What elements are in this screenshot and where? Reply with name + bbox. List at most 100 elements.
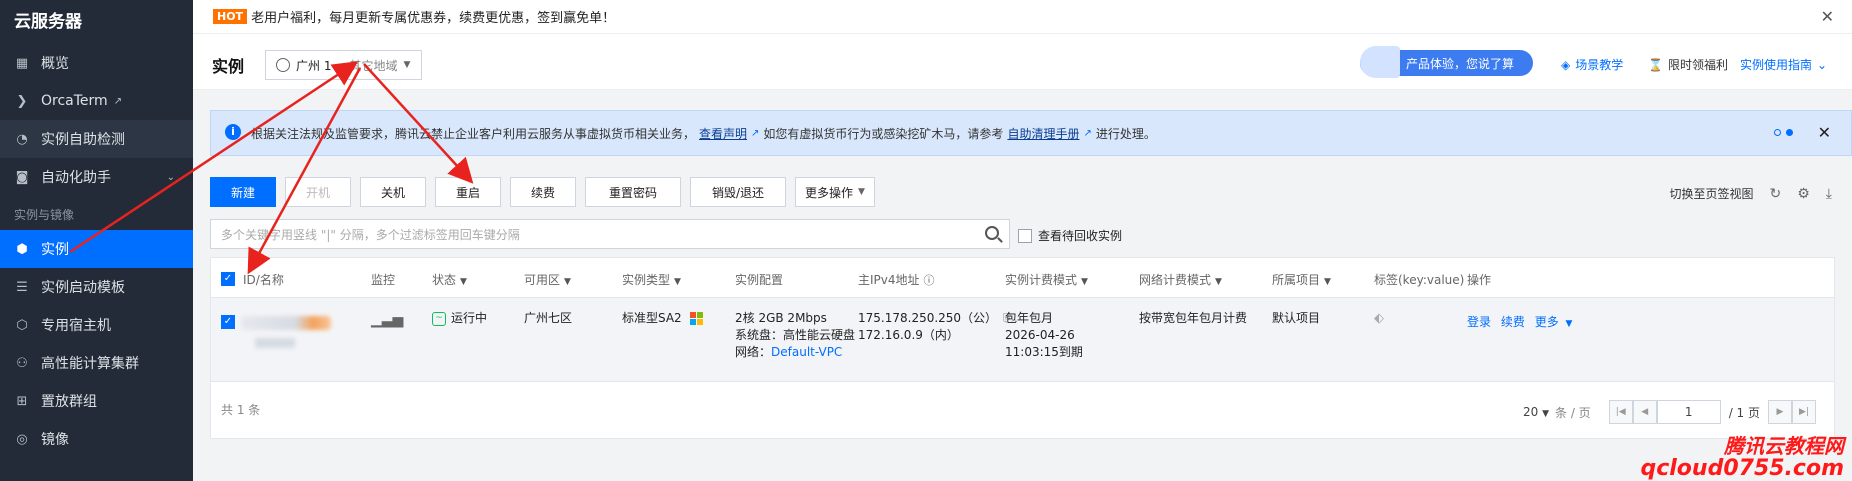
terminal-icon: ❯	[16, 93, 28, 109]
sidebar-item-hpc-cluster[interactable]: ⚇ 高性能计算集群	[0, 344, 193, 382]
monitor-chart-icon[interactable]: ▁▃▅	[371, 312, 403, 329]
col-tags: 标签(key:value)	[1374, 273, 1465, 287]
sidebar-item-label: 镜像	[41, 432, 69, 448]
hot-badge: HOT	[213, 9, 248, 24]
link-label: 实例使用指南	[1740, 58, 1813, 72]
globe-icon	[276, 58, 290, 72]
col-label: 实例计费模式	[1005, 273, 1078, 287]
start-button[interactable]: 开机	[285, 177, 351, 207]
net-billing-cell: 按带宽包年包月计费	[1139, 311, 1248, 325]
timer-icon: ⌛	[1648, 57, 1663, 72]
feedback-pill-button[interactable]: 产品体验，您说了算	[1360, 46, 1533, 78]
cube-icon: ⬢	[16, 241, 28, 257]
stop-button[interactable]: 关机	[360, 177, 426, 207]
page-input[interactable]: 1	[1656, 400, 1721, 424]
first-page-button[interactable]: |◀	[1608, 400, 1633, 424]
col-ipv4: 主IPv4地址 ⓘ	[858, 271, 935, 288]
new-instance-button[interactable]: 新建	[210, 177, 276, 207]
sidebar-item-label: 实例自助检测	[41, 132, 125, 148]
caret-down-icon: ▼	[403, 60, 411, 70]
link-label: 场景教学	[1575, 58, 1624, 72]
search-icon[interactable]	[985, 226, 999, 240]
download-icon[interactable]: ⤓	[1826, 186, 1832, 202]
sidebar-item-placement-group[interactable]: ⊞ 置放群组	[0, 382, 193, 420]
filter-icon[interactable]: ▼	[1324, 277, 1331, 287]
carousel-dot[interactable]	[1774, 129, 1781, 136]
public-ip[interactable]: 175.178.250.250（公） ⎘	[858, 310, 1013, 327]
col-type[interactable]: 实例类型 ▼	[622, 271, 681, 288]
more-actions-dropdown[interactable]: 更多操作 ▼	[795, 177, 875, 207]
private-ip: 172.16.0.9（内）	[858, 328, 959, 342]
filter-icon[interactable]: ▼	[564, 277, 571, 287]
last-page-button[interactable]: ▶|	[1792, 400, 1816, 424]
table-row[interactable]: ✓ ▁▃▅ ~ 运行中 广州七区 标准型SA2 2核 2GB 2Mbps 系统盘…	[211, 298, 1834, 382]
filter-icon[interactable]: ▼	[1081, 277, 1088, 287]
sidebar-item-orcaterm[interactable]: ❯ OrcaTerm ↗	[0, 82, 193, 120]
gear-icon[interactable]: ⚙	[1797, 186, 1810, 202]
col-label: 状态	[432, 273, 457, 287]
filter-icon[interactable]: ▼	[1215, 277, 1222, 287]
col-status[interactable]: 状态 ▼	[432, 271, 467, 288]
pagination: 20 ▼ 条 / 页 |◀ ◀ 1 / 1 页 ▶ ▶|	[1523, 400, 1816, 424]
carousel-dots[interactable]	[1774, 129, 1793, 136]
renew-button[interactable]: 续费	[510, 177, 576, 207]
caret-down-icon: ▼	[1542, 409, 1549, 419]
prev-page-button[interactable]: ◀	[1632, 400, 1657, 424]
status-text: 运行中	[451, 311, 488, 325]
renew-link[interactable]: 续费	[1501, 315, 1525, 329]
sidebar-item-automation[interactable]: ◙ 自动化助手 ⌄	[0, 158, 193, 196]
search-input[interactable]: 多个关键字用竖线 "|" 分隔，多个过滤标签用回车键分隔	[210, 219, 1010, 249]
host-icon: ⬡	[16, 317, 28, 333]
external-link-icon: ↗	[1083, 127, 1092, 139]
destroy-return-button[interactable]: 销毁/退还	[690, 177, 786, 207]
sidebar-item-instances[interactable]: ⬢ 实例	[0, 230, 193, 268]
col-project[interactable]: 所属项目 ▼	[1272, 271, 1331, 288]
close-icon[interactable]: ✕	[1821, 7, 1834, 26]
sidebar-item-overview[interactable]: ▦ 概览	[0, 44, 193, 82]
sidebar-item-images[interactable]: ◎ 镜像	[0, 420, 193, 458]
region-selector[interactable]: 广州 1 其它地域 ▼	[265, 50, 422, 80]
restart-button[interactable]: 重启	[435, 177, 501, 207]
limited-offer-link[interactable]: ⌛ 限时领福利	[1648, 56, 1728, 73]
content: i 根据关注法规及监管要求，腾讯云禁止企业客户利用云服务从事虚拟货币相关业务， …	[210, 110, 1852, 439]
zone-cell: 广州七区	[524, 311, 573, 325]
refresh-icon[interactable]: ↻	[1770, 186, 1782, 202]
type-text: 标准型SA2	[622, 311, 682, 325]
main-area: HOT 老用户福利，每月更新专属优惠券，续费更优惠，签到赢免单！ ✕ 实例 广州…	[193, 0, 1852, 481]
next-page-button[interactable]: ▶	[1768, 400, 1792, 424]
watermark: 腾讯云教程网 qcloud0755.com	[1640, 435, 1844, 481]
instance-guide-link[interactable]: 实例使用指南 ⌄	[1740, 56, 1827, 73]
sidebar-item-self-check[interactable]: ◔ 实例自助检测	[0, 120, 193, 158]
switch-tab-view-link[interactable]: 切换至页签视图	[1669, 185, 1753, 202]
view-statement-link[interactable]: 查看声明	[699, 125, 747, 142]
page-size-select[interactable]: 20 ▼	[1523, 405, 1549, 419]
more-link[interactable]: 更多	[1535, 315, 1559, 329]
select-all-checkbox[interactable]: ✓	[221, 270, 241, 286]
type-cell: 标准型SA2	[622, 310, 703, 327]
sidebar-item-dedicated-host[interactable]: ⬡ 专用宿主机	[0, 306, 193, 344]
row-checkbox[interactable]: ✓	[221, 312, 241, 329]
col-billing[interactable]: 实例计费模式 ▼	[1005, 271, 1088, 288]
actions-cell: 登录 续费 更多 ▼	[1467, 314, 1572, 333]
close-icon[interactable]: ✕	[1818, 123, 1831, 142]
filter-icon[interactable]: ▼	[460, 277, 467, 287]
col-zone[interactable]: 可用区 ▼	[524, 271, 571, 288]
page-header: 实例 广州 1 其它地域 ▼ 产品体验，您说了算 ◈ 场景教学 ⌛ 限时领福利 …	[193, 34, 1852, 90]
sidebar-item-label: 实例	[41, 242, 69, 258]
checkbox[interactable]	[1018, 228, 1032, 243]
notice-text[interactable]: 老用户福利，每月更新专属优惠券，续费更优惠，签到赢免单！	[251, 7, 615, 26]
reset-password-button[interactable]: 重置密码	[585, 177, 681, 207]
caret-down-icon[interactable]: ▼	[1566, 319, 1573, 329]
vpc-link[interactable]: Default-VPC	[771, 345, 842, 359]
col-net-billing[interactable]: 网络计费模式 ▼	[1139, 271, 1222, 288]
carousel-dot-active[interactable]	[1786, 129, 1793, 136]
document-icon	[1360, 46, 1400, 78]
self-cleanup-manual-link[interactable]: 自助清理手册	[1007, 125, 1079, 142]
scenario-tutorial-link[interactable]: ◈ 场景教学	[1561, 56, 1623, 73]
login-link[interactable]: 登录	[1467, 315, 1491, 329]
filter-icon[interactable]: ▼	[674, 277, 681, 287]
sidebar-item-launch-template[interactable]: ☰ 实例启动模板	[0, 268, 193, 306]
recycle-checkbox[interactable]: 查看待回收实例	[1018, 227, 1122, 244]
info-icon[interactable]: ⓘ	[924, 274, 935, 287]
tag-icon[interactable]: ⬖	[1374, 310, 1384, 327]
